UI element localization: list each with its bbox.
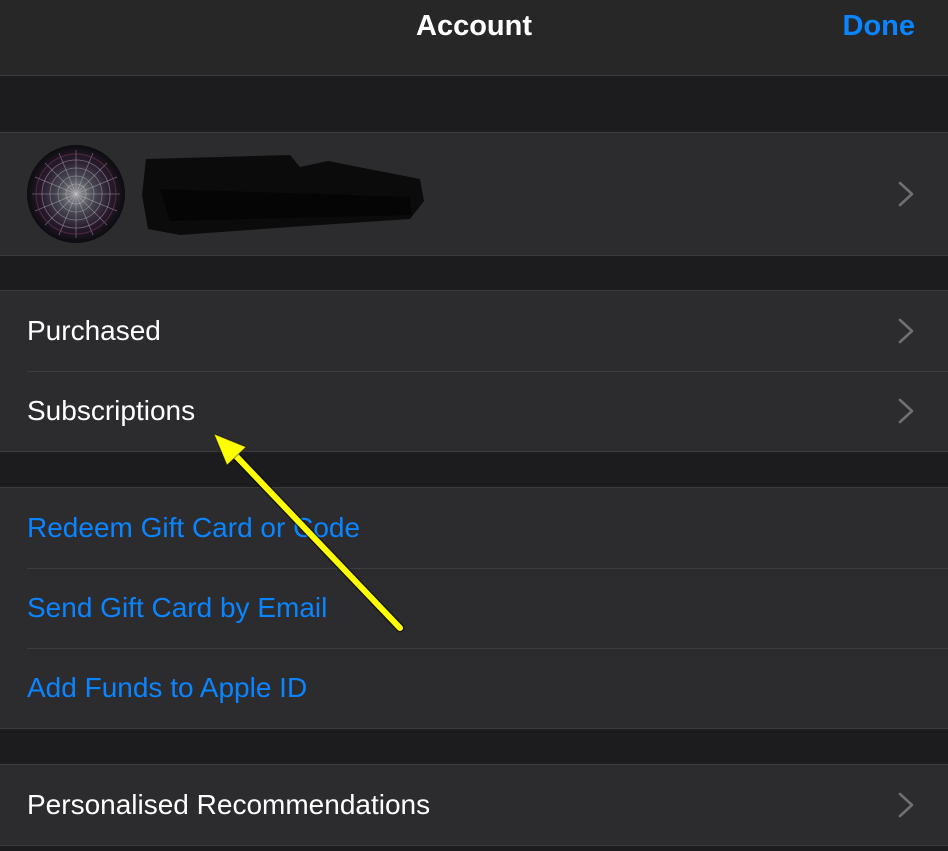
personalised-recommendations-row[interactable]: Personalised Recommendations <box>0 765 948 845</box>
redeem-gift-card-link[interactable]: Redeem Gift Card or Code <box>27 488 360 568</box>
avatar <box>27 145 125 243</box>
chevron-right-icon <box>898 398 914 424</box>
add-funds-row[interactable]: Add Funds to Apple ID <box>0 648 948 728</box>
purchased-row[interactable]: Purchased <box>0 291 948 371</box>
purchased-label: Purchased <box>27 315 161 346</box>
gift-card-group: Redeem Gift Card or Code Send Gift Card … <box>0 487 948 729</box>
done-button[interactable]: Done <box>843 8 916 44</box>
send-gift-card-row[interactable]: Send Gift Card by Email <box>0 568 948 648</box>
subscriptions-label: Subscriptions <box>27 395 196 426</box>
personalised-recommendations-label: Personalised Recommendations <box>27 789 431 820</box>
avatar-icon <box>27 145 125 243</box>
purchases-group: Purchased Subscriptions <box>0 290 948 452</box>
page-title: Account <box>416 10 532 42</box>
chevron-right-icon <box>898 792 914 818</box>
redacted-account-name <box>142 155 424 235</box>
navigation-bar: Account Done <box>0 0 948 76</box>
chevron-right-icon <box>898 181 914 207</box>
account-profile-row[interactable] <box>0 133 948 255</box>
recommendations-group: Personalised Recommendations <box>0 764 948 846</box>
chevron-right-icon <box>898 318 914 344</box>
send-gift-card-link[interactable]: Send Gift Card by Email <box>27 568 327 648</box>
subscriptions-row[interactable]: Subscriptions <box>0 371 948 451</box>
profile-group <box>0 132 948 256</box>
redeem-gift-card-row[interactable]: Redeem Gift Card or Code <box>0 488 948 568</box>
add-funds-link[interactable]: Add Funds to Apple ID <box>27 648 307 728</box>
